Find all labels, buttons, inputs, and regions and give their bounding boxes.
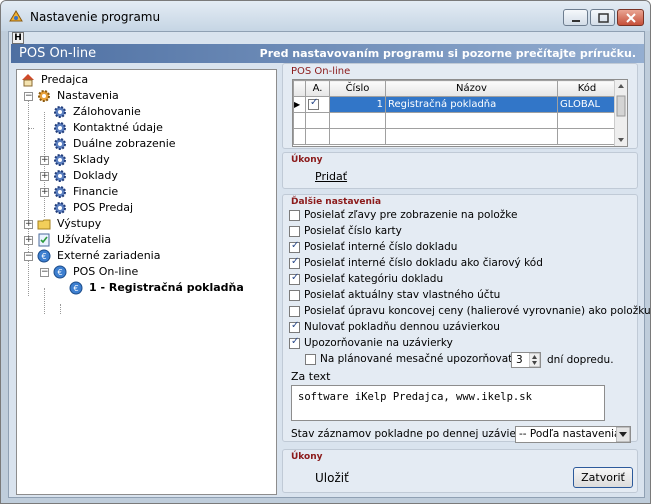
footer-actions-group: Úkony Uložiť Zatvoriť — [282, 449, 638, 493]
pos-grid[interactable]: A. Číslo Názov Kód ▶ 1 Registračná pokla… — [292, 79, 628, 147]
za-text-field[interactable]: software iKelp Predajca, www.ikelp.sk — [291, 385, 605, 421]
checkbox[interactable] — [289, 240, 300, 253]
option-closing-reminders[interactable]: Upozorňovanie na uzávierky — [289, 336, 453, 352]
expand-icon[interactable]: + — [24, 236, 33, 245]
close-icon — [626, 13, 636, 23]
collapse-icon[interactable]: − — [24, 92, 33, 101]
cell-number: 1 — [329, 96, 386, 113]
more-settings-title: Ďalšie nastavenia — [291, 197, 382, 207]
help-button[interactable]: H — [12, 32, 24, 44]
actions-group: Úkony Pridať — [282, 152, 638, 189]
minimize-button[interactable] — [563, 9, 588, 26]
pos-group-title: POS On-line — [291, 66, 351, 77]
checklist-icon — [38, 233, 50, 247]
app-icon — [9, 10, 23, 22]
add-button[interactable]: Pridať — [315, 170, 347, 183]
gear-icon — [54, 106, 66, 118]
cell-name: Registračná pokladňa — [385, 96, 558, 113]
state-label: Stav záznamov pokladne po dennej uzávier… — [291, 428, 533, 440]
checkbox[interactable] — [289, 272, 300, 285]
collapse-icon[interactable]: − — [40, 268, 49, 277]
gear-icon — [38, 90, 50, 102]
checkbox[interactable] — [289, 336, 300, 349]
za-text-label: Za text — [291, 370, 331, 383]
cell-active[interactable] — [305, 96, 330, 113]
days-stepper[interactable]: 3 — [511, 352, 541, 368]
option-internal-doc-number[interactable]: Posielať interné číslo dokladu — [289, 240, 457, 256]
collapse-icon[interactable]: − — [24, 252, 33, 261]
pos-table: A. Číslo Názov Kód ▶ 1 Registračná pokla… — [293, 80, 617, 145]
title-bar[interactable]: Nastavenie programu — [1, 1, 650, 31]
checkbox[interactable] — [289, 289, 300, 301]
maximize-icon — [598, 13, 609, 23]
svg-text:€: € — [73, 284, 78, 293]
col-header-code[interactable]: Kód — [557, 80, 617, 97]
expand-icon[interactable]: + — [24, 220, 33, 229]
checkbox[interactable] — [305, 353, 316, 365]
gear-icon — [54, 202, 66, 214]
folder-icon — [37, 219, 51, 230]
spinner-arrows-icon[interactable] — [529, 353, 540, 367]
maximize-button[interactable] — [590, 9, 615, 26]
gear-icon — [54, 138, 66, 150]
euro-coin-icon: € — [69, 281, 83, 295]
checkbox[interactable] — [289, 209, 300, 221]
expand-icon[interactable]: + — [40, 172, 49, 181]
col-header-active[interactable]: A. — [305, 80, 330, 97]
settings-window: Nastavenie programu H POS On-line Pred n… — [0, 0, 651, 504]
close-window-button[interactable] — [617, 9, 644, 26]
header-banner: POS On-line Pred nastavovaním programu s… — [11, 44, 644, 63]
option-doc-barcode[interactable]: Posielať interné číslo dokladu ako čiaro… — [289, 256, 543, 272]
more-settings-group: Ďalšie nastavenia Posielať zľavy pre zob… — [282, 194, 650, 443]
gear-icon — [54, 122, 66, 134]
days-suffix: dní dopredu. — [547, 354, 614, 366]
actions-group-title: Úkony — [291, 155, 323, 165]
grid-scrollbar[interactable] — [614, 80, 627, 146]
checkbox[interactable] — [289, 305, 300, 317]
option-reset-register[interactable]: Nulovať pokladňu dennou uzávierkou — [289, 320, 500, 336]
pos-online-group: POS On-line A. Číslo Názov Kód ▶ 1 Regis… — [282, 63, 638, 149]
chevron-down-icon[interactable] — [616, 427, 630, 442]
euro-coin-icon: € — [53, 265, 67, 279]
euro-coin-icon: € — [37, 249, 51, 263]
option-account-state[interactable]: Posielať aktuálny stav vlastného účtu — [289, 289, 500, 304]
settings-tree[interactable]: Predajca − Nastavenia Zálohovanie Kontak… — [16, 69, 277, 495]
banner-note: Pred nastavovaním programu si pozorne pr… — [259, 47, 636, 60]
state-select[interactable]: -- Podľa nastavenia — [515, 426, 631, 443]
scroll-arrows-icon — [616, 84, 626, 142]
footer-group-title: Úkony — [291, 452, 323, 462]
gear-icon — [54, 170, 66, 182]
table-row[interactable]: ▶ 1 Registračná pokladňa GLOBAL — [293, 96, 617, 113]
checkbox[interactable] — [289, 256, 300, 269]
cell-code: GLOBAL — [557, 96, 617, 113]
close-button[interactable]: Zatvoriť — [573, 467, 633, 488]
checkbox[interactable] — [289, 225, 300, 237]
option-discounts[interactable]: Posielať zľavy pre zobrazenie na položke — [289, 209, 517, 224]
row-pointer-icon: ▶ — [293, 96, 306, 113]
content-area: H POS On-line Pred nastavovaním programu… — [8, 31, 650, 498]
save-button[interactable]: Uložiť — [315, 471, 349, 485]
option-doc-category[interactable]: Posielať kategóriu dokladu — [289, 272, 443, 288]
minimize-icon — [572, 20, 580, 22]
gear-icon — [54, 154, 66, 166]
active-checkbox[interactable] — [308, 97, 319, 110]
col-header-name[interactable]: Názov — [385, 80, 558, 97]
banner-product: POS On-line — [19, 46, 97, 61]
col-header-number[interactable]: Číslo — [329, 80, 386, 97]
option-price-rounding[interactable]: Posielať úpravu koncovej ceny (halierové… — [289, 305, 650, 320]
svg-text:€: € — [41, 252, 46, 261]
expand-icon[interactable]: + — [40, 188, 49, 197]
svg-text:€: € — [57, 268, 62, 277]
option-planned-monthly[interactable]: Na plánované mesačné upozorňovať* — [305, 353, 518, 368]
expand-icon[interactable]: + — [40, 156, 49, 165]
row-indicator-header — [293, 80, 306, 97]
window-title: Nastavenie programu — [30, 10, 161, 24]
checkbox[interactable] — [289, 320, 300, 333]
house-icon — [22, 74, 34, 87]
gear-icon — [54, 186, 66, 198]
option-card-number[interactable]: Posielať číslo karty — [289, 225, 402, 240]
